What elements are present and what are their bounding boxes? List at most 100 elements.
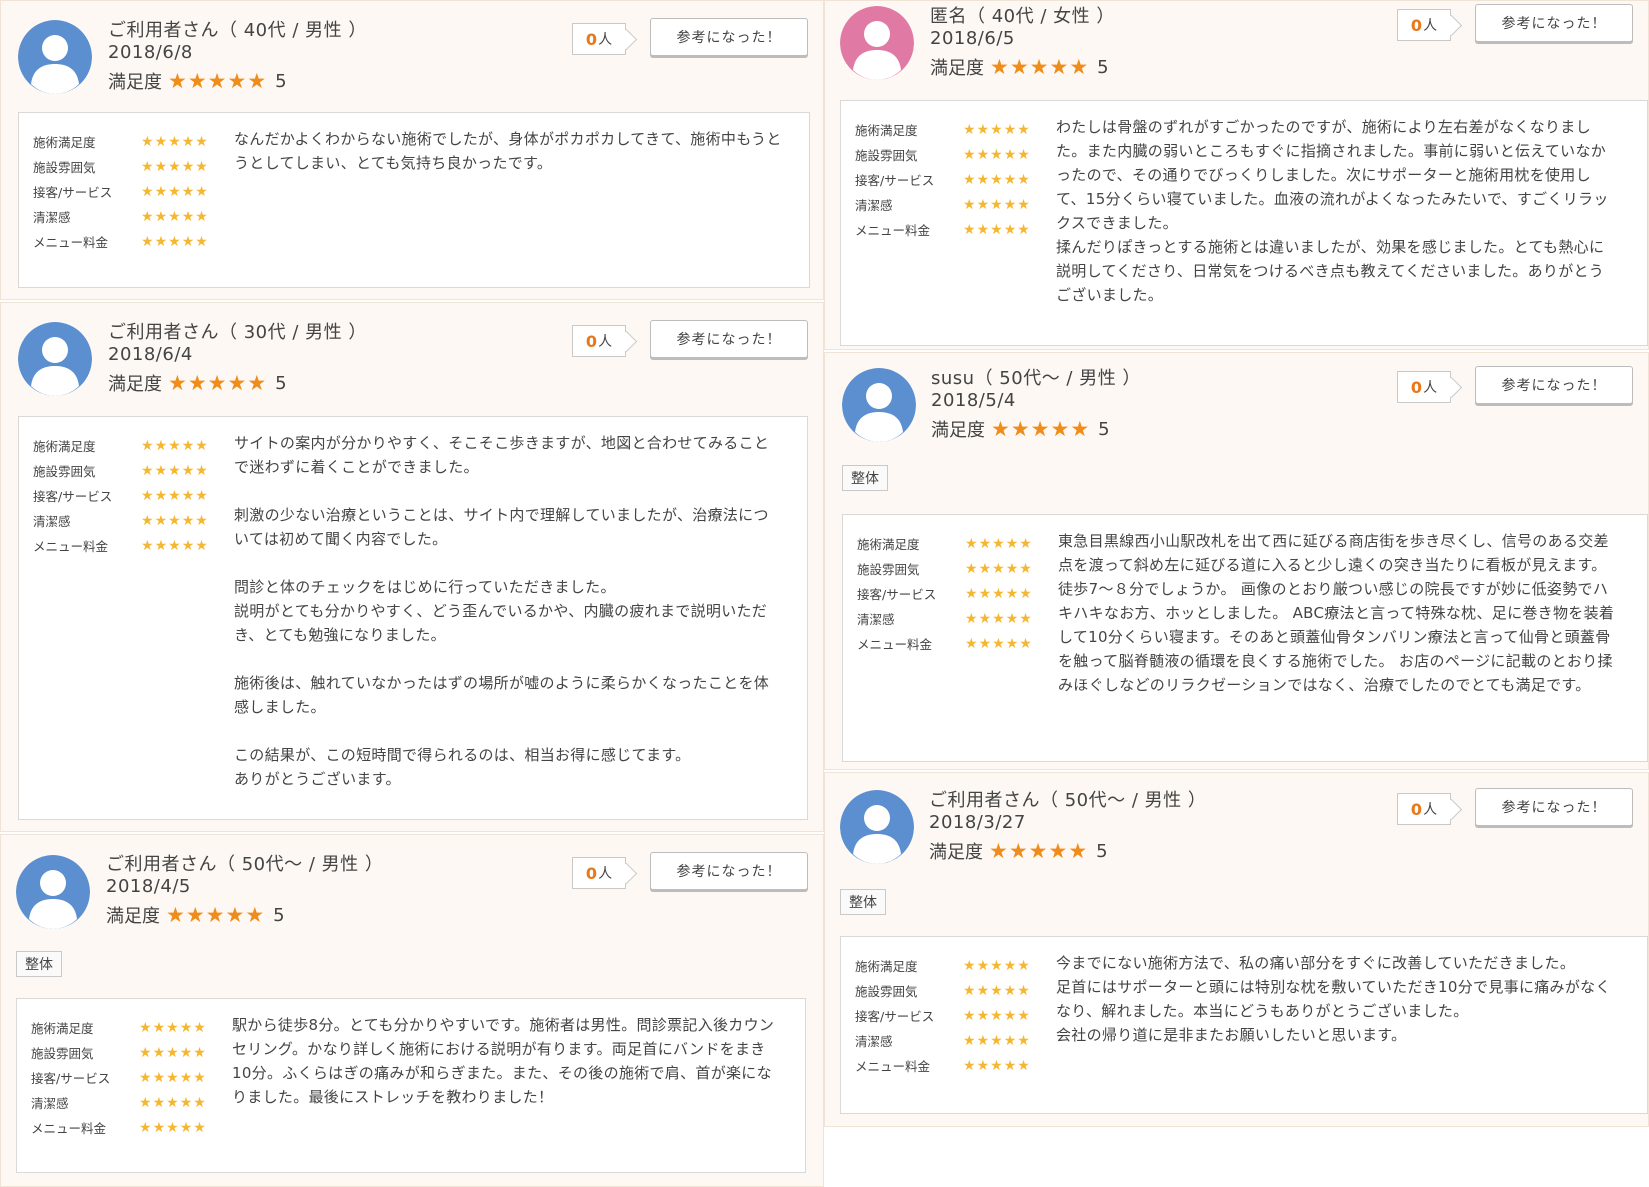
helpful-button[interactable]: 参考になった！ <box>1475 788 1633 826</box>
star-icon: ★ <box>195 462 208 479</box>
star-icon: ★ <box>181 133 195 150</box>
star-icon: ★ <box>141 462 154 479</box>
star-icon: ★ <box>181 183 195 200</box>
review-date: 2018/3/27 <box>929 812 1026 833</box>
star-icon: ★ <box>181 208 195 225</box>
satisfaction-stars: ★ ★ ★ ★ ★ <box>990 54 1089 79</box>
star-icon: ★ <box>963 171 976 188</box>
star-icon: ★ <box>963 1007 976 1024</box>
star-icon: ★ <box>990 171 1003 188</box>
rating-row: メニュー料金 ★ ★ ★ ★ ★ <box>33 229 209 254</box>
rating-stars: ★ ★ ★ ★ ★ <box>963 173 1031 187</box>
helpful-count: 0 <box>585 331 598 351</box>
satisfaction-row: 満足度 ★ ★ ★ ★ ★ 5 <box>106 902 285 928</box>
rating-stars: ★ ★ ★ ★ ★ <box>963 148 1031 162</box>
star-icon: ★ <box>247 68 267 93</box>
star-icon: ★ <box>990 1007 1003 1024</box>
star-icon: ★ <box>1017 171 1030 188</box>
rating-stars: ★ ★ ★ ★ ★ <box>139 1021 207 1035</box>
helpful-button[interactable]: 参考になった！ <box>1475 366 1633 404</box>
satisfaction-row: 満足度 ★ ★ ★ ★ ★ 5 <box>108 68 287 94</box>
star-icon: ★ <box>168 158 181 175</box>
satisfaction-score: 5 <box>275 70 287 92</box>
category-tag[interactable]: 整体 <box>840 889 886 915</box>
rating-row: メニュー料金 ★ ★ ★ ★ ★ <box>855 1053 1031 1078</box>
rating-row: 施術満足度 ★ ★ ★ ★ ★ <box>855 953 1031 978</box>
star-icon: ★ <box>990 957 1003 974</box>
star-icon: ★ <box>992 535 1005 552</box>
helpful-button[interactable]: 参考になった！ <box>650 320 808 358</box>
star-icon: ★ <box>195 233 208 250</box>
rating-stars: ★ ★ ★ ★ ★ <box>141 514 209 528</box>
star-icon: ★ <box>963 221 976 238</box>
male-avatar-icon <box>840 790 914 864</box>
star-icon: ★ <box>195 208 208 225</box>
star-icon: ★ <box>187 68 207 93</box>
helpful-button[interactable]: 参考になった！ <box>1475 4 1633 42</box>
helpful-button[interactable]: 参考になった！ <box>650 852 808 890</box>
rating-stars: ★ ★ ★ ★ ★ <box>141 464 209 478</box>
star-icon: ★ <box>195 537 208 554</box>
helpful-button[interactable]: 参考になった！ <box>650 18 808 56</box>
star-icon: ★ <box>141 537 154 554</box>
star-icon: ★ <box>1005 585 1019 602</box>
rating-row: 施術満足度 ★ ★ ★ ★ ★ <box>33 433 209 458</box>
star-icon: ★ <box>207 370 227 395</box>
review-body: 施術満足度 ★ ★ ★ ★ ★ 施設雰囲気 ★ ★ ★ ★ ★ 接客/サービス ★ ★ ★ ★ ★ 清潔感 ★ ★ ★ ★ ★… <box>842 514 1648 762</box>
star-icon: ★ <box>141 512 154 529</box>
star-icon: ★ <box>1005 635 1019 652</box>
star-icon: ★ <box>1017 121 1030 138</box>
star-icon: ★ <box>978 635 992 652</box>
rating-breakdown: 施術満足度 ★ ★ ★ ★ ★ 施設雰囲気 ★ ★ ★ ★ ★ 接客/サービス ★ ★ ★ ★ ★ 清潔感 ★ ★ ★ ★ ★… <box>855 953 1031 1078</box>
star-icon: ★ <box>1048 838 1068 863</box>
star-icon: ★ <box>978 585 992 602</box>
star-icon: ★ <box>179 1044 193 1061</box>
star-icon: ★ <box>1005 535 1019 552</box>
category-tag[interactable]: 整体 <box>16 951 62 977</box>
star-icon: ★ <box>1019 610 1032 627</box>
star-icon: ★ <box>963 1057 976 1074</box>
helpful-count: 0 <box>585 29 598 49</box>
star-icon: ★ <box>990 1057 1003 1074</box>
review-comment: 駅から徒歩8分。とても分かりやすいです。施術者は男性。問診票記入後カウンセリング… <box>232 1016 775 1106</box>
star-icon: ★ <box>247 370 267 395</box>
rating-stars: ★ ★ ★ ★ ★ <box>963 959 1031 973</box>
star-icon: ★ <box>152 1019 166 1036</box>
star-icon: ★ <box>976 1007 990 1024</box>
star-icon: ★ <box>990 54 1009 79</box>
rating-stars: ★ ★ ★ ★ ★ <box>963 1009 1031 1023</box>
rating-label: 施設雰囲気 <box>33 464 96 479</box>
star-icon: ★ <box>227 68 247 93</box>
reviewer-name: ご利用者さん（ 30代 / 男性 ） <box>108 322 367 343</box>
rating-stars: ★ ★ ★ ★ ★ <box>963 984 1031 998</box>
review-comment: サイトの案内が分かりやすく、そこそこ歩きますが、地図と合わせてみることで迷わずに… <box>234 434 770 788</box>
rating-label: メニュー料金 <box>857 637 933 652</box>
star-icon: ★ <box>1070 416 1090 441</box>
rating-label: 接客/サービス <box>31 1071 111 1086</box>
star-icon: ★ <box>1010 416 1030 441</box>
star-icon: ★ <box>992 610 1005 627</box>
star-icon: ★ <box>1028 838 1048 863</box>
rating-stars: ★ ★ ★ ★ ★ <box>141 160 209 174</box>
star-icon: ★ <box>963 982 976 999</box>
rating-label: 接客/サービス <box>33 489 113 504</box>
category-tag[interactable]: 整体 <box>842 465 888 491</box>
star-icon: ★ <box>154 512 168 529</box>
satisfaction-stars: ★ ★ ★ ★ ★ <box>989 838 1088 863</box>
satisfaction-stars: ★ ★ ★ ★ ★ <box>168 68 267 93</box>
rating-stars: ★ ★ ★ ★ ★ <box>139 1121 207 1135</box>
star-icon: ★ <box>1003 1057 1017 1074</box>
reviewer-name: susu（ 50代～ / 男性 ） <box>931 368 1141 389</box>
rating-stars: ★ ★ ★ ★ ★ <box>141 135 209 149</box>
star-icon: ★ <box>141 133 154 150</box>
star-icon: ★ <box>181 537 195 554</box>
helpful-count-badge: 0人 <box>1397 9 1451 41</box>
rating-row: メニュー料金 ★ ★ ★ ★ ★ <box>33 533 209 558</box>
star-icon: ★ <box>978 535 992 552</box>
satisfaction-row: 満足度 ★ ★ ★ ★ ★ 5 <box>108 370 287 396</box>
star-icon: ★ <box>207 68 227 93</box>
star-icon: ★ <box>139 1044 152 1061</box>
star-icon: ★ <box>978 610 992 627</box>
helpful-count-unit: 人 <box>1423 18 1438 34</box>
review-date: 2018/6/8 <box>108 42 193 63</box>
